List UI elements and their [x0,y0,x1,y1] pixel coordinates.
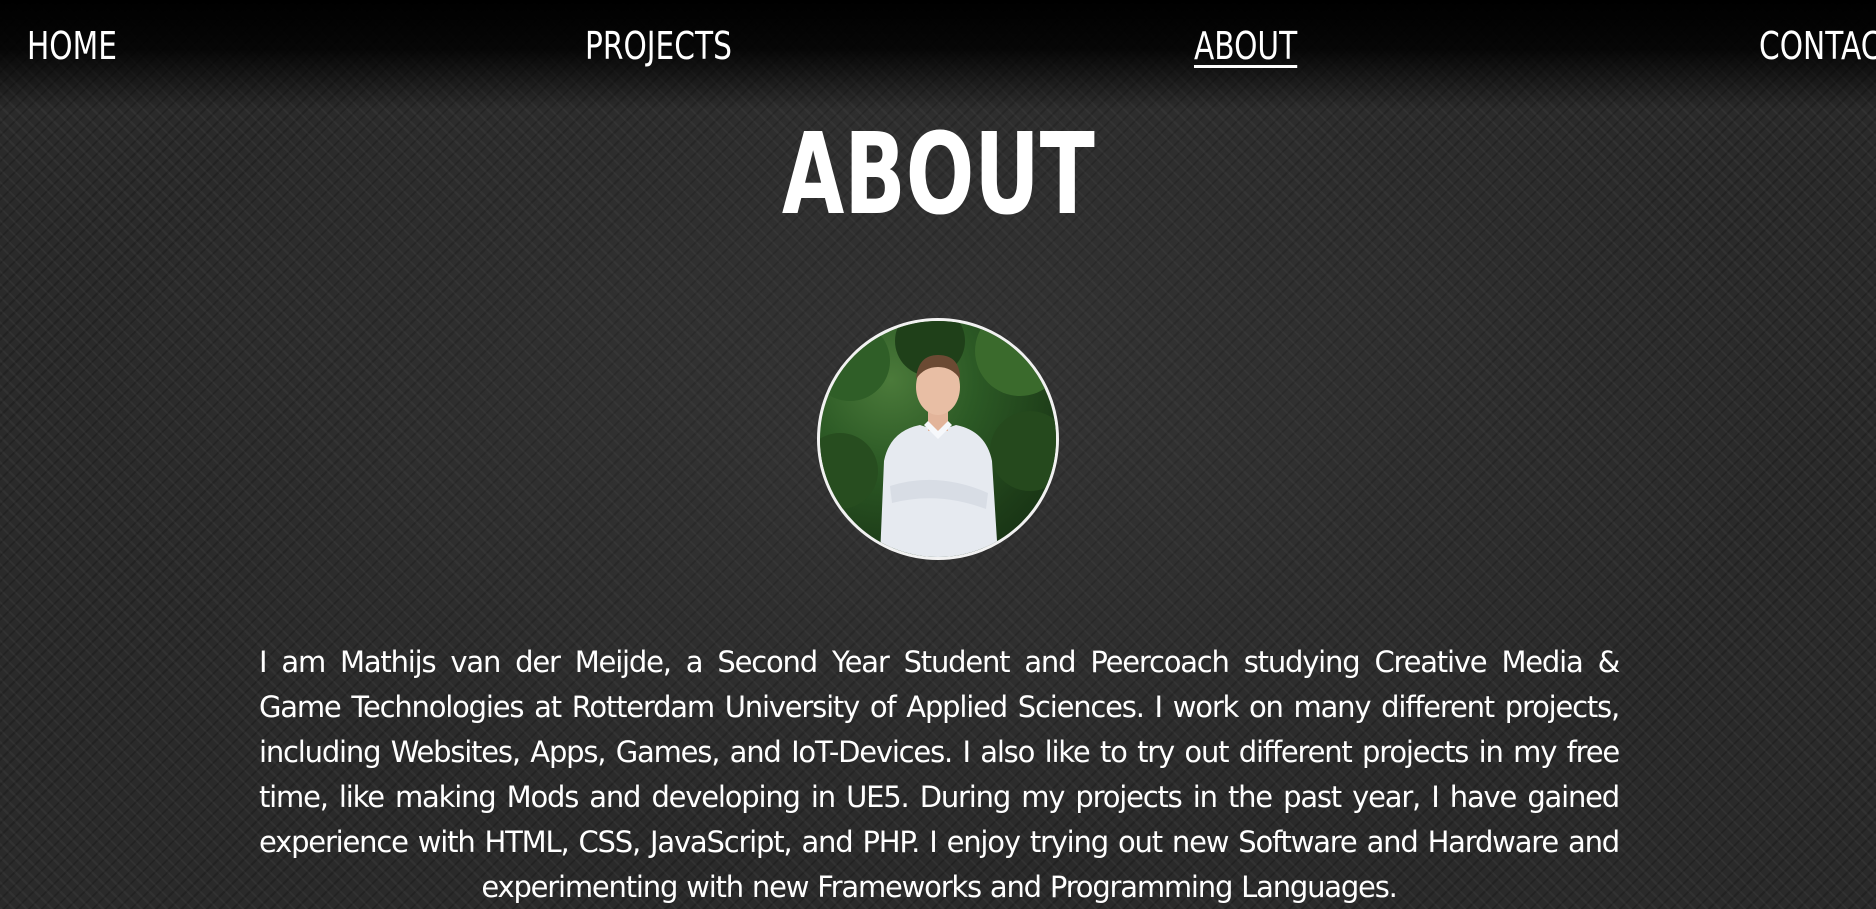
nav-projects-link[interactable]: PROJECTS [585,18,732,74]
nav-home-link[interactable]: HOME [27,18,117,74]
top-navigation-bar: HOME PROJECTS ABOUT CONTACT [0,0,1876,110]
profile-photo [817,318,1059,560]
nav-contact-link[interactable]: CONTACT [1759,18,1876,74]
page-title: ABOUT [0,100,1876,250]
nav-about-link[interactable]: ABOUT [1194,18,1297,74]
page-title-text: ABOUT [781,110,1095,240]
profile-photo-illustration [820,321,1056,557]
about-bio-text: I am Mathijs van der Meijde, a Second Ye… [259,645,1620,904]
